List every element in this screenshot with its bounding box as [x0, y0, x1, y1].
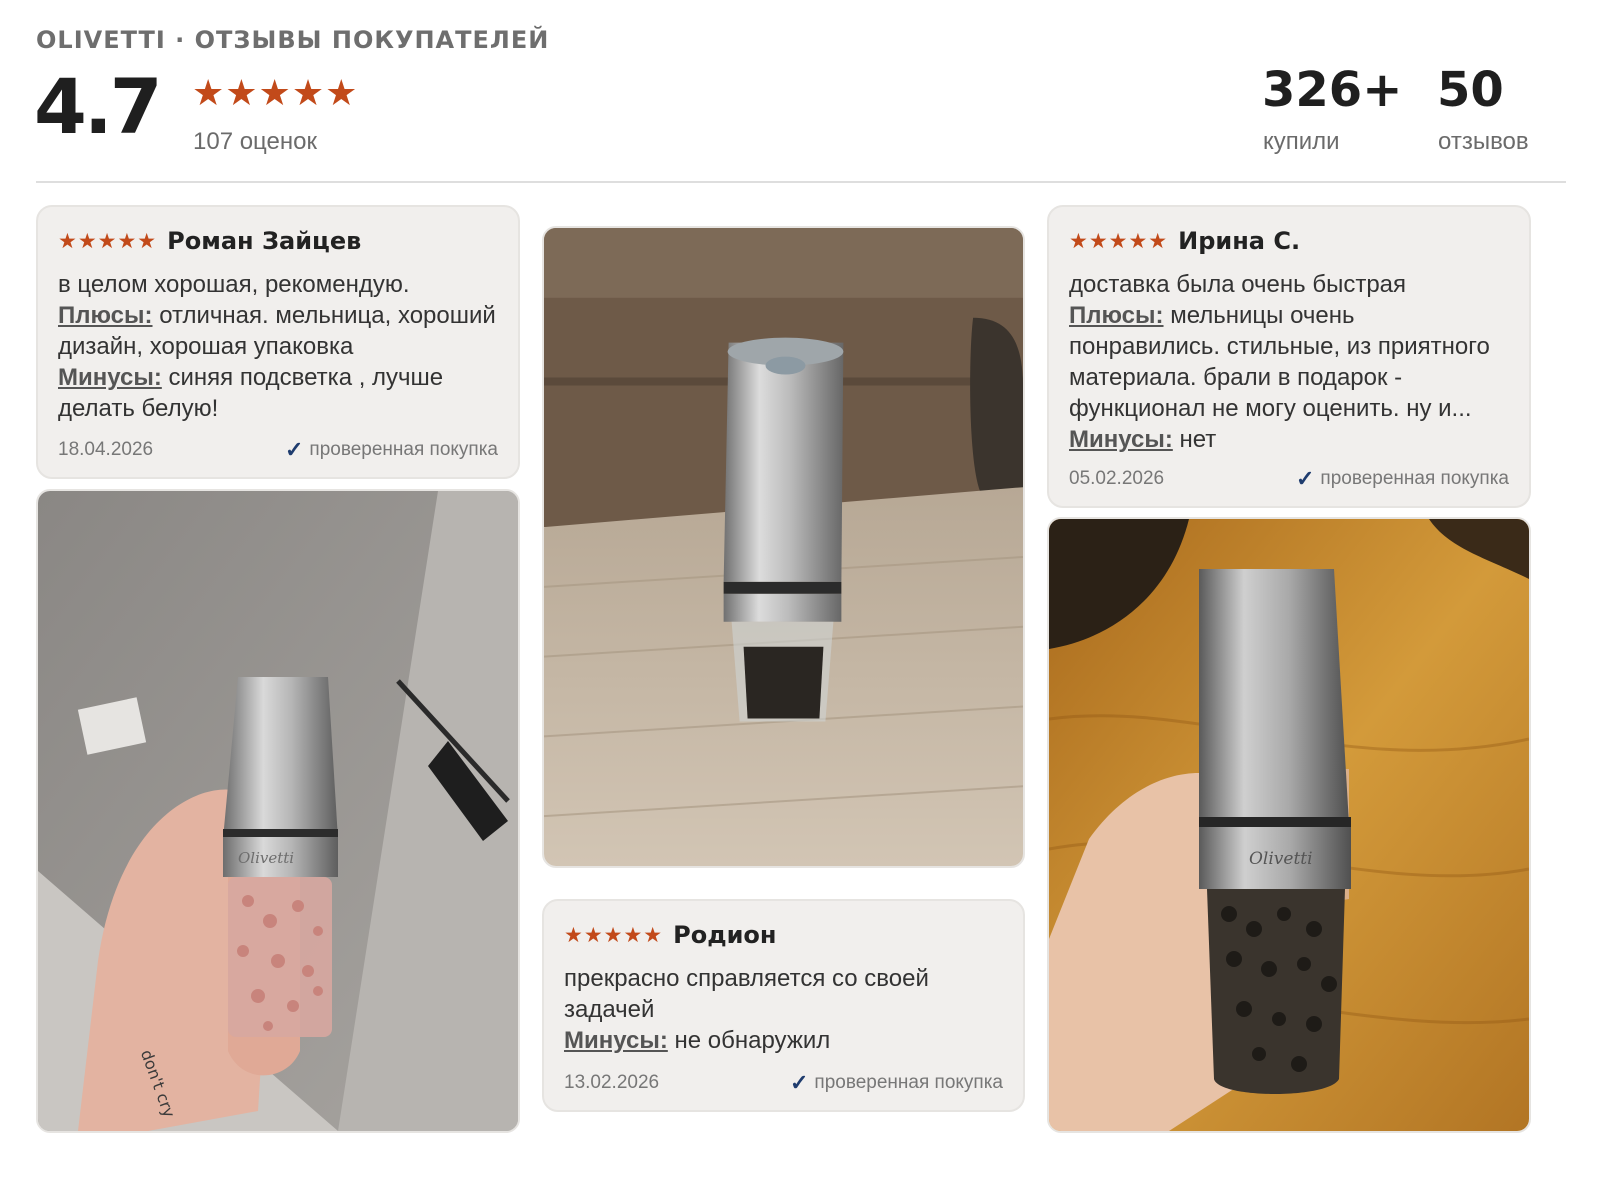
- review-stars-icon: ★★★★★: [1069, 229, 1169, 253]
- bought-count: 326+: [1262, 62, 1403, 118]
- ratings-count: 107 оценок: [193, 128, 317, 155]
- bought-label: купили: [1263, 128, 1340, 155]
- review-text: доставка была очень быстрая: [1069, 271, 1407, 298]
- cons-text: нет: [1179, 426, 1217, 453]
- header-divider: [36, 181, 1566, 183]
- cons-label: Минусы:: [58, 364, 162, 391]
- reviews-count: 50: [1437, 62, 1504, 118]
- review-body: в целом хорошая, рекомендую. Плюсы: отли…: [58, 269, 498, 424]
- cons-label: Минусы:: [564, 1027, 668, 1054]
- cons-label: Минусы:: [1069, 426, 1173, 453]
- review-date: 18.04.2026: [58, 439, 154, 460]
- review-text: прекрасно справляется со своей задачей: [564, 965, 929, 1023]
- grinder-on-table-image: [544, 228, 1023, 866]
- review-body: прекрасно справляется со своей задачей М…: [564, 963, 1003, 1056]
- review-body: доставка была очень быстрая Плюсы: мельн…: [1069, 269, 1509, 455]
- review-stars-icon: ★★★★★: [564, 923, 664, 947]
- review-card[interactable]: ★★★★★ Роман Зайцев в целом хорошая, реко…: [36, 205, 520, 479]
- review-photo-pepper-grinder[interactable]: Olivetti: [1047, 517, 1531, 1133]
- review-author: Родион: [673, 921, 777, 949]
- review-text: в целом хорошая, рекомендую.: [58, 271, 410, 298]
- review-date: 05.02.2026: [1069, 468, 1165, 489]
- average-rating: 4.7: [34, 62, 163, 151]
- check-icon: ✓: [284, 437, 304, 462]
- check-icon: ✓: [1295, 466, 1315, 491]
- review-photo-pink-salt-grinder[interactable]: Olivetti don't cry: [36, 489, 520, 1133]
- review-stars-icon: ★★★★★: [58, 229, 158, 253]
- review-card[interactable]: ★★★★★ Родион прекрасно справляется со св…: [542, 899, 1025, 1112]
- grinder-logo: Olivetti: [238, 849, 294, 867]
- page-title: OLIVETTI · ОТЗЫВЫ ПОКУПАТЕЛЕЙ: [36, 26, 550, 54]
- pink-salt-grinder-image: Olivetti don't cry: [38, 491, 518, 1131]
- verified-label: проверенная покупка: [1320, 468, 1509, 489]
- review-date: 13.02.2026: [564, 1072, 660, 1093]
- verified-label: проверенная покупка: [309, 439, 498, 460]
- rating-stars-icon: ★★★★★: [192, 72, 359, 113]
- pros-label: Плюсы:: [1069, 302, 1164, 329]
- verified-label: проверенная покупка: [814, 1072, 1003, 1093]
- check-icon: ✓: [789, 1070, 809, 1095]
- reviews-label: отзывов: [1438, 128, 1529, 155]
- cons-text: не обнаружил: [674, 1027, 831, 1054]
- pepper-grinder-image: Olivetti: [1049, 519, 1529, 1131]
- review-card[interactable]: ★★★★★ Ирина С. доставка была очень быстр…: [1047, 205, 1531, 508]
- review-photo-grinder-on-table[interactable]: [542, 226, 1025, 868]
- review-author: Роман Зайцев: [167, 227, 362, 255]
- pros-label: Плюсы:: [58, 302, 153, 329]
- grinder-logo: Olivetti: [1249, 849, 1313, 869]
- review-author: Ирина С.: [1178, 227, 1301, 255]
